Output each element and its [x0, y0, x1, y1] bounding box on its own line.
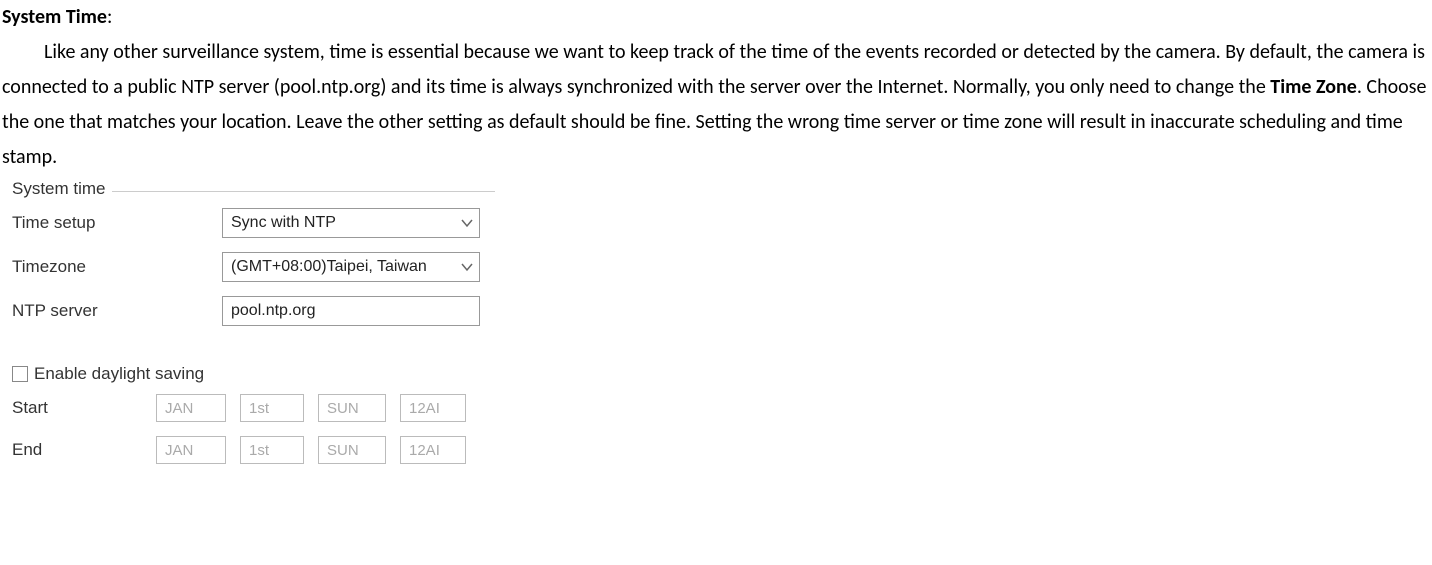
dst-end-time-value: 12AI [409, 442, 440, 459]
ntp-server-row: NTP server pool.ntp.org [12, 296, 495, 326]
timezone-value: (GMT+08:00)Taipei, Taiwan [231, 258, 427, 276]
timezone-dropdown[interactable]: (GMT+08:00)Taipei, Taiwan [222, 252, 480, 282]
dst-start-time-dropdown[interactable]: 12AI [400, 394, 466, 422]
dst-start-day-dropdown[interactable]: SUN [318, 394, 386, 422]
dst-end-label: End [12, 440, 142, 460]
section-body: Like any other surveillance system, time… [2, 35, 1430, 175]
enable-dst-label: Enable daylight saving [34, 364, 204, 384]
dst-end-day-value: SUN [327, 442, 359, 459]
dst-end-ordinal-value: 1st [249, 442, 269, 459]
ntp-server-value: pool.ntp.org [231, 302, 316, 320]
chevron-down-icon [461, 261, 473, 273]
dst-start-label: Start [12, 398, 142, 418]
dst-end-month-dropdown[interactable]: JAN [156, 436, 226, 464]
dst-start-ordinal-value: 1st [249, 400, 269, 417]
daylight-saving-block: Enable daylight saving Start JAN 1st SUN [12, 364, 495, 464]
dst-end-month-value: JAN [165, 442, 193, 459]
enable-dst-checkbox[interactable] [12, 366, 28, 382]
system-time-panel: System time Time setup Sync with NTP Tim… [0, 191, 495, 464]
time-setup-label: Time setup [12, 213, 222, 233]
dst-end-time-dropdown[interactable]: 12AI [400, 436, 466, 464]
system-time-fieldset: System time Time setup Sync with NTP Tim… [12, 191, 495, 464]
fieldset-legend: System time [12, 179, 112, 199]
dst-end-day-dropdown[interactable]: SUN [318, 436, 386, 464]
time-setup-dropdown[interactable]: Sync with NTP [222, 208, 480, 238]
body-part-1: Like any other surveillance system, time… [2, 40, 1425, 99]
dst-end-row: End JAN 1st SUN 12AI [12, 436, 495, 464]
timezone-label: Timezone [12, 257, 222, 277]
chevron-down-icon [461, 217, 473, 229]
dst-start-row: Start JAN 1st SUN 12AI [12, 394, 495, 422]
document-text: System Time: Like any other surveillance… [0, 0, 1432, 183]
dst-start-day-value: SUN [327, 400, 359, 417]
section-heading: System Time [2, 5, 107, 29]
time-setup-row: Time setup Sync with NTP [12, 208, 495, 238]
time-setup-value: Sync with NTP [231, 214, 336, 232]
dst-start-month-value: JAN [165, 400, 193, 417]
dst-start-ordinal-dropdown[interactable]: 1st [240, 394, 304, 422]
dst-start-month-dropdown[interactable]: JAN [156, 394, 226, 422]
enable-dst-row: Enable daylight saving [12, 364, 495, 384]
dst-end-ordinal-dropdown[interactable]: 1st [240, 436, 304, 464]
ntp-server-label: NTP server [12, 301, 222, 321]
ntp-server-input[interactable]: pool.ntp.org [222, 296, 480, 326]
dst-start-time-value: 12AI [409, 400, 440, 417]
timezone-row: Timezone (GMT+08:00)Taipei, Taiwan [12, 252, 495, 282]
heading-colon: : [107, 5, 112, 29]
timezone-bold: Time Zone [1270, 75, 1357, 99]
